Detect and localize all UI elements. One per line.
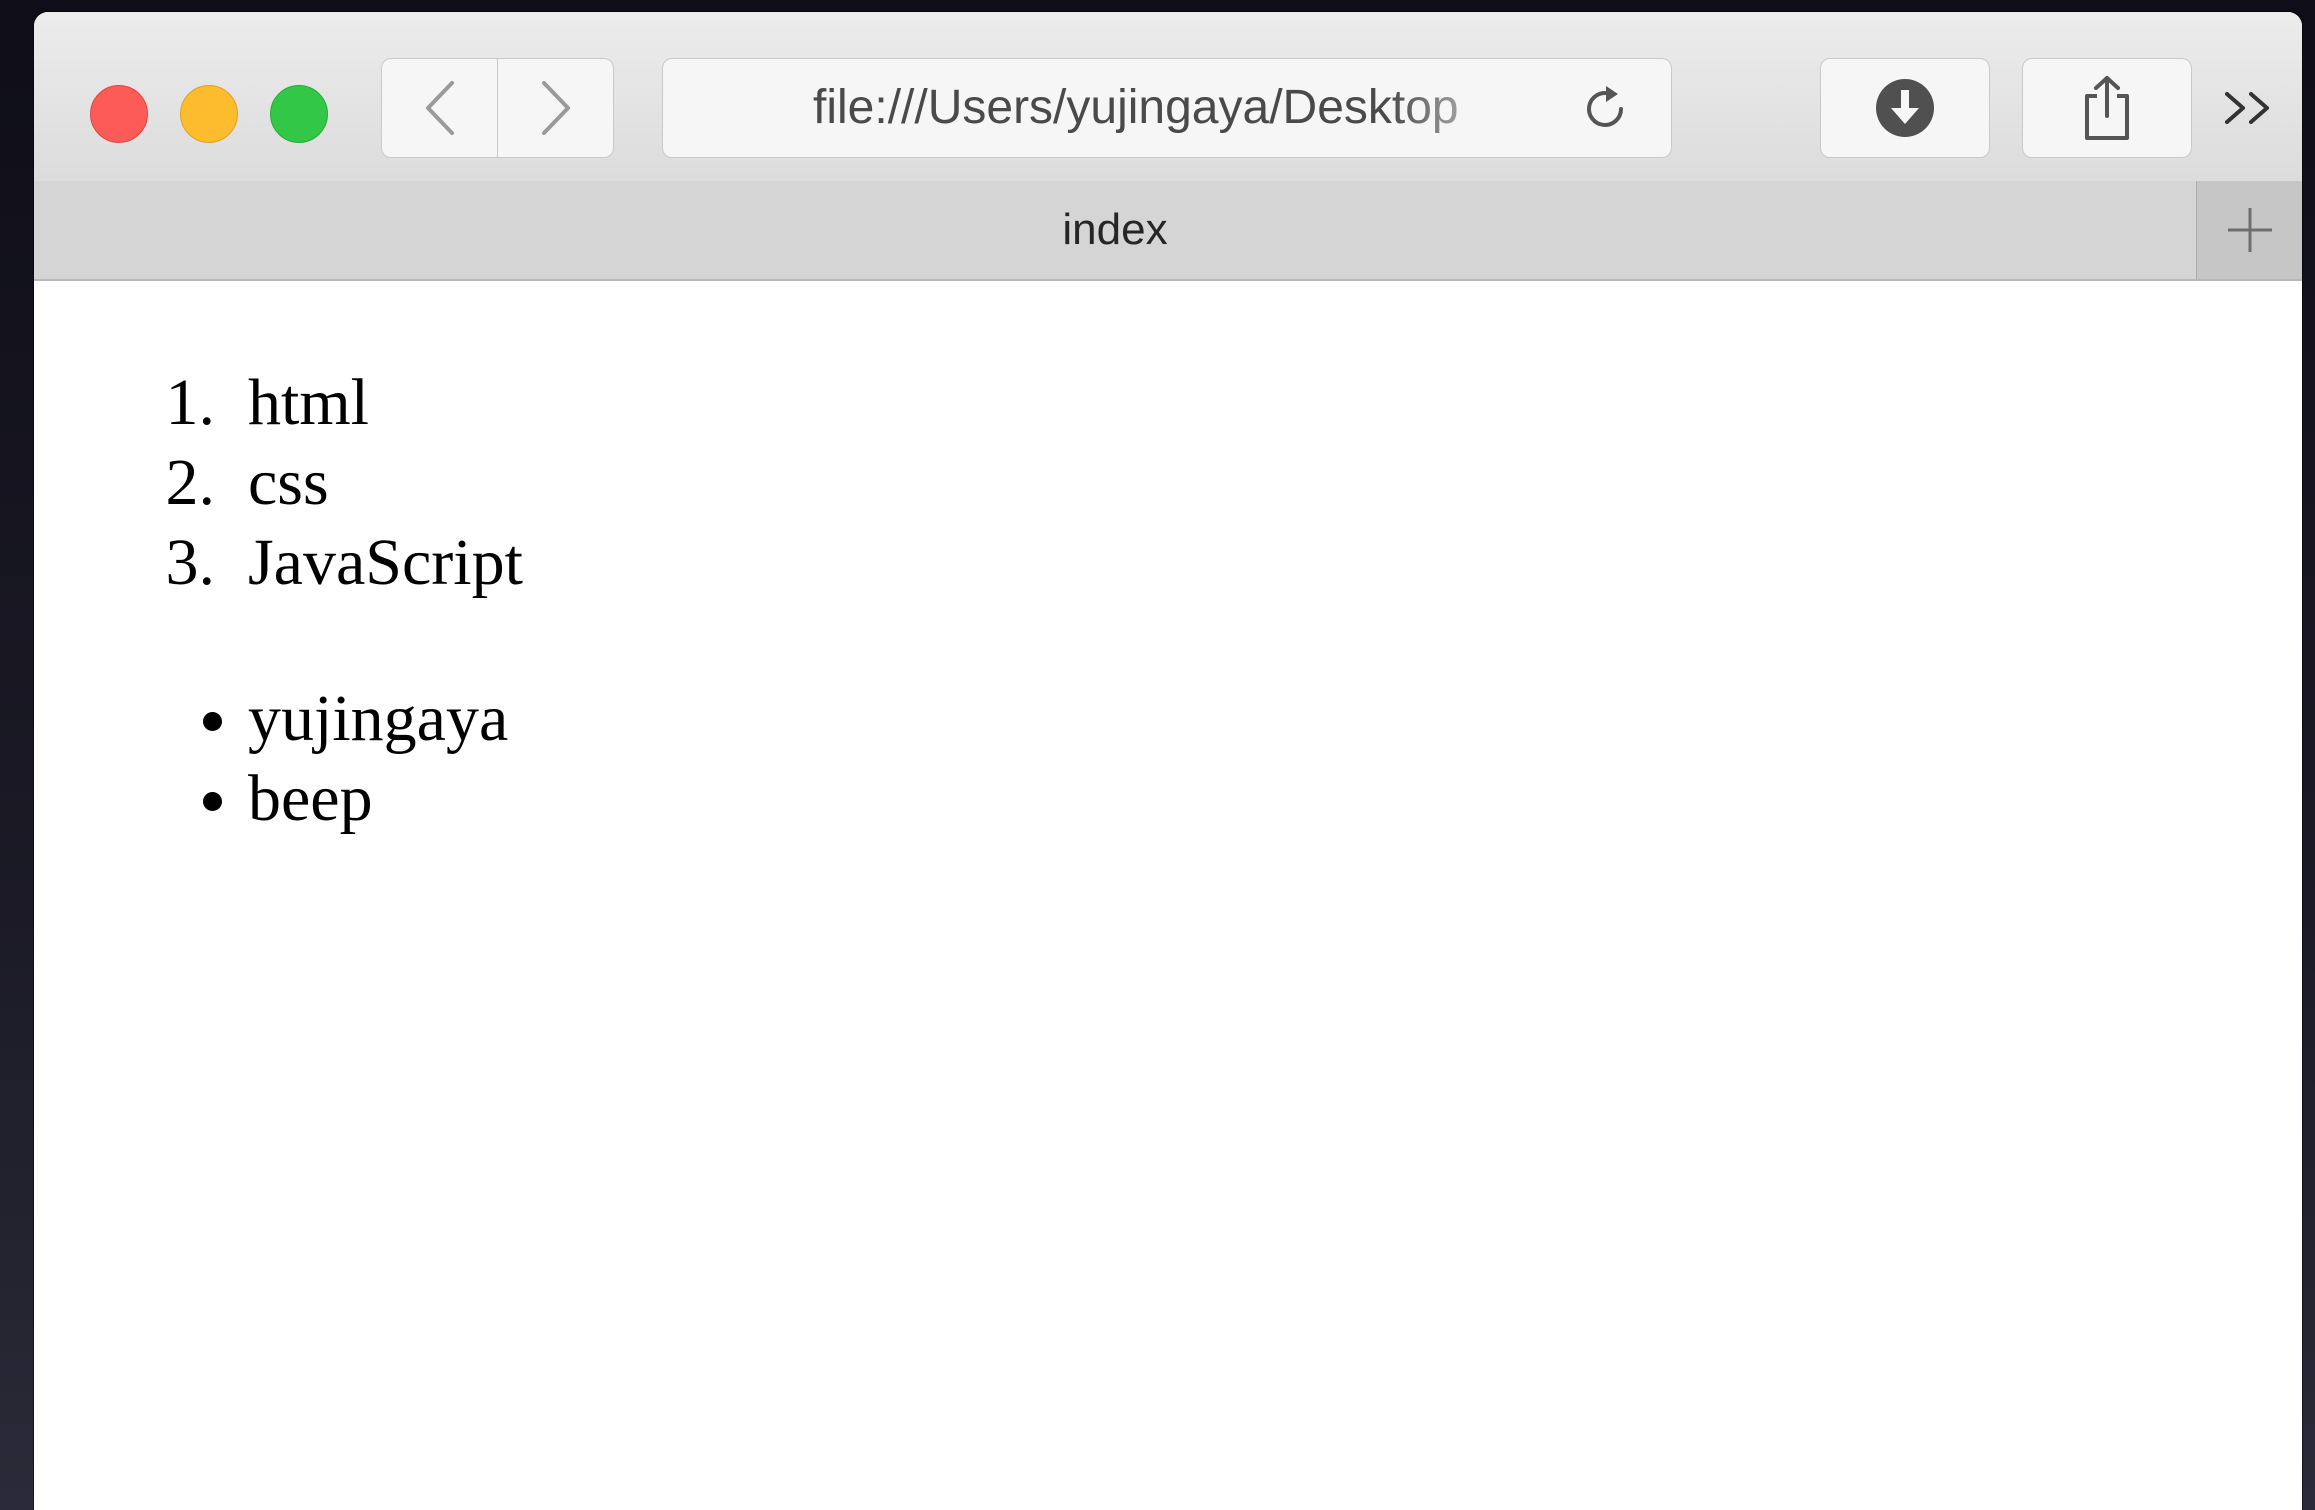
forward-button[interactable]	[498, 58, 614, 158]
chevron-right-icon	[541, 81, 570, 135]
unordered-list: yujingaya beep	[34, 679, 508, 839]
toolbar-overflow-button[interactable]	[2214, 78, 2284, 138]
ordered-list: html css JavaScript	[34, 363, 523, 603]
page-content: html css JavaScript yujingaya beep	[34, 281, 2302, 1510]
address-bar[interactable]: file:///Users/yujingaya/Desktop	[662, 58, 1672, 158]
address-url[interactable]: file:///Users/yujingaya/Desktop	[813, 59, 1533, 157]
new-tab-button[interactable]	[2196, 181, 2302, 279]
share-button[interactable]	[2022, 58, 2192, 158]
list-item: html	[248, 363, 523, 443]
back-button[interactable]	[381, 58, 498, 158]
chevron-left-icon	[425, 81, 454, 135]
browser-toolbar: file:///Users/yujingaya/Desktop	[34, 12, 2302, 182]
tab-index[interactable]: index	[34, 181, 2196, 279]
tab-bar: index	[34, 181, 2302, 281]
list-item: beep	[248, 759, 508, 839]
share-icon	[2085, 76, 2129, 140]
download-icon	[1876, 79, 1934, 137]
double-chevron-right-icon	[2225, 92, 2269, 124]
minimize-window-button[interactable]	[180, 85, 238, 143]
close-window-button[interactable]	[90, 85, 148, 143]
downloads-button[interactable]	[1820, 58, 1990, 158]
browser-window: file:///Users/yujingaya/Desktop index 1.…	[34, 12, 2302, 1510]
tab-title: index	[1062, 205, 1168, 254]
maximize-window-button[interactable]	[270, 85, 328, 143]
list-item: css	[248, 443, 523, 523]
list-item: JavaScript	[248, 523, 523, 603]
reload-icon[interactable]	[1579, 83, 1631, 135]
list-item: yujingaya	[248, 679, 508, 759]
plus-icon	[2228, 208, 2272, 252]
navigation-buttons	[381, 58, 614, 158]
